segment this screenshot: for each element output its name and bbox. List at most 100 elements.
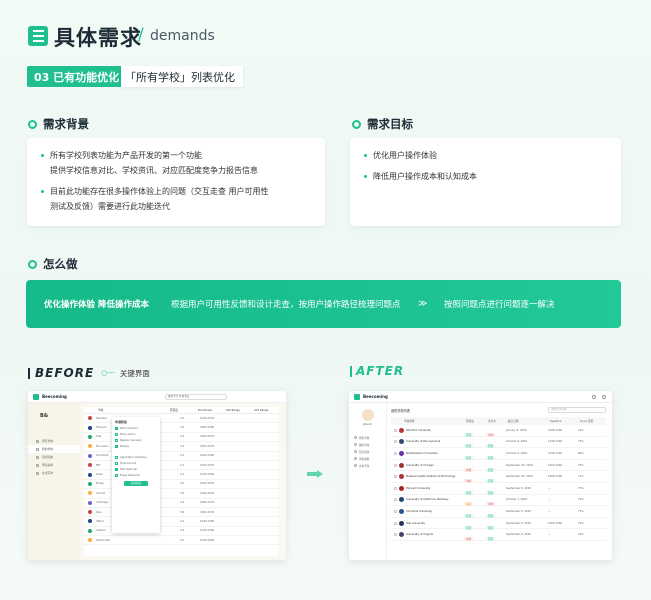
after-sidebar-item[interactable]: 申请资料 xyxy=(349,455,386,462)
nav-icon xyxy=(36,471,39,475)
school-logo-icon xyxy=(88,434,92,439)
before-app-name: Beecoming xyxy=(42,394,67,399)
checkbox-icon[interactable] xyxy=(115,445,118,448)
after-column-header[interactable]: Deadline xyxy=(547,420,577,423)
school-logo-icon xyxy=(88,416,92,421)
dropdown-item[interactable]: Early Action xyxy=(115,433,157,436)
before-sat: 1440-1570 xyxy=(200,416,215,420)
checkbox-icon[interactable] xyxy=(115,462,118,465)
after-sat: 1440-1560 xyxy=(548,451,563,455)
school-logo-icon xyxy=(88,528,92,533)
notification-icon[interactable] xyxy=(592,394,596,399)
after-column-header[interactable]: 学校名称 xyxy=(401,419,463,423)
before-sidebar: B& 所有学校 我的学校 目标院校 申请资料 文书写作 xyxy=(28,403,80,560)
after-school-name: Massachusetts Institute of Technology xyxy=(406,475,456,479)
after-score: 75% xyxy=(578,486,584,490)
before-column-header[interactable]: Enrollment xyxy=(198,409,214,412)
before-sat: 1460-1570 xyxy=(200,510,215,514)
before-sidebar-item[interactable]: 我的学校 xyxy=(28,445,80,453)
before-connector-icon: ○--- xyxy=(101,369,115,377)
before-sidebar-item[interactable]: 申请资料 xyxy=(28,461,80,469)
after-school-name: University of Chicago xyxy=(406,463,434,467)
before-sat: 1450-1560 xyxy=(200,454,215,458)
before-sidebar-item[interactable]: 目标院校 xyxy=(28,453,80,461)
dropdown-item-label: Essay Required xyxy=(120,474,140,477)
dropdown-item-label: Financial Aid xyxy=(120,462,137,465)
row-checkbox[interactable] xyxy=(394,533,397,537)
after-column-header[interactable]: 截止日期 xyxy=(505,419,547,423)
before-filter-dropdown[interactable]: 申请阶段 Early Decision Early Action Regular D… xyxy=(112,417,160,533)
after-search-input[interactable]: 搜索大学名称 xyxy=(548,407,606,413)
row-checkbox[interactable] xyxy=(394,463,397,467)
dropdown-item[interactable]: Financial Aid xyxy=(115,462,157,465)
dropdown-item[interactable]: Rolling xyxy=(115,445,157,448)
dropdown-item[interactable]: Early Decision xyxy=(115,427,157,430)
before-score: 4.3 xyxy=(180,501,185,505)
before-sidebar-item-label: 文书写作 xyxy=(42,471,54,475)
row-checkbox[interactable] xyxy=(394,521,397,525)
before-sidebar-item-label: 所有学校 xyxy=(42,439,54,443)
dropdown-item[interactable]: Essay Required xyxy=(115,474,157,477)
nav-icon xyxy=(36,455,39,459)
before-search-input[interactable]: 搜索大学 查询专业 xyxy=(164,393,227,400)
dropdown-apply-button[interactable]: 应用筛选 xyxy=(124,481,148,486)
before-sidebar-item[interactable]: 所有学校 xyxy=(28,437,80,445)
nav-icon xyxy=(354,450,357,453)
after-sat: — xyxy=(548,486,551,490)
goal-item: 降低用户操作成本和认知成本 xyxy=(364,169,607,184)
after-school-name: University of Virginia xyxy=(406,533,434,537)
row-checkbox[interactable] xyxy=(394,486,397,490)
after-sidebar-item[interactable]: 文书写作 xyxy=(349,462,386,469)
after-label: AFTER xyxy=(356,364,405,378)
checkbox-icon[interactable] xyxy=(115,468,118,471)
checkbox-icon[interactable] xyxy=(115,439,118,442)
after-sidebar-item[interactable]: 所有学校 xyxy=(349,434,386,441)
before-score: 4.4 xyxy=(180,529,185,533)
checkbox-icon[interactable] xyxy=(115,433,118,436)
before-score: 4.4 xyxy=(180,435,185,439)
row-checkbox[interactable] xyxy=(394,451,397,455)
background-heading-label: 需求背景 xyxy=(43,117,89,131)
before-sidebar-item[interactable]: 文书写作 xyxy=(28,469,80,477)
checkbox-icon[interactable] xyxy=(115,427,118,430)
before-score: 4.2 xyxy=(180,519,185,523)
checkbox-icon[interactable] xyxy=(115,456,118,459)
dropdown-item-label: Regular Decision xyxy=(120,439,142,442)
after-sidebar-item[interactable]: 我的学校 xyxy=(349,441,386,448)
after-sidebar-item[interactable]: 目标院校 xyxy=(349,448,386,455)
row-checkbox[interactable] xyxy=(394,440,397,444)
after-sat: 1460-1560 xyxy=(548,521,563,525)
row-checkbox[interactable] xyxy=(394,498,397,502)
dropdown-item[interactable]: Application Deadline xyxy=(115,456,157,459)
table-row[interactable]: University of Virginia 冲刺 匹配 September 8, 2… xyxy=(391,529,606,542)
before-sat: 1420-1560 xyxy=(200,473,215,477)
nav-icon xyxy=(36,463,39,467)
row-checkbox[interactable] xyxy=(394,509,397,513)
title-slash: / xyxy=(138,25,144,45)
dropdown-item-label: Application Deadline xyxy=(120,456,147,459)
row-checkbox[interactable] xyxy=(394,428,397,432)
before-column-header[interactable]: 匹配度 xyxy=(170,408,186,412)
after-column-header[interactable]: Score 匹配 xyxy=(577,419,597,423)
table-row[interactable]: Dartmouth 4.0 1420-1560 xyxy=(84,536,278,546)
banner-step-2: 按照问题点进行问题逐一解决 xyxy=(444,300,555,310)
checkbox-icon[interactable] xyxy=(115,474,118,477)
before-column-header[interactable]: SAT Range xyxy=(226,409,242,412)
before-sidebar-item-label: 目标院校 xyxy=(42,455,54,459)
dropdown-item[interactable]: Regular Decision xyxy=(115,439,157,442)
before-score: 3.9 xyxy=(180,491,185,495)
after-sidebar-item-label: 申请资料 xyxy=(359,457,370,461)
school-logo-icon xyxy=(88,519,92,524)
after-deadline: September 8, 2020 xyxy=(506,509,532,513)
goal-item-label: 降低用户操作成本和认知成本 xyxy=(373,172,477,181)
background-item-line: 测试及反馈）需要进行此功能迭代 xyxy=(50,202,170,211)
before-column-header[interactable]: 学校 xyxy=(98,408,158,412)
row-checkbox[interactable] xyxy=(394,475,397,479)
user-menu-icon[interactable] xyxy=(602,394,606,399)
after-deadline: September 30, 2020 xyxy=(506,463,533,467)
after-screenshot: Beecoming gdenlin 所有学校 我的学校 目标院校 申请资料 文书写作 我… xyxy=(349,391,612,560)
bullet-icon xyxy=(364,175,367,178)
before-column-header[interactable]: ACT Range xyxy=(254,409,270,412)
after-sidebar-item-label: 我的学校 xyxy=(359,443,370,447)
dropdown-item[interactable]: Test Optional xyxy=(115,468,157,471)
